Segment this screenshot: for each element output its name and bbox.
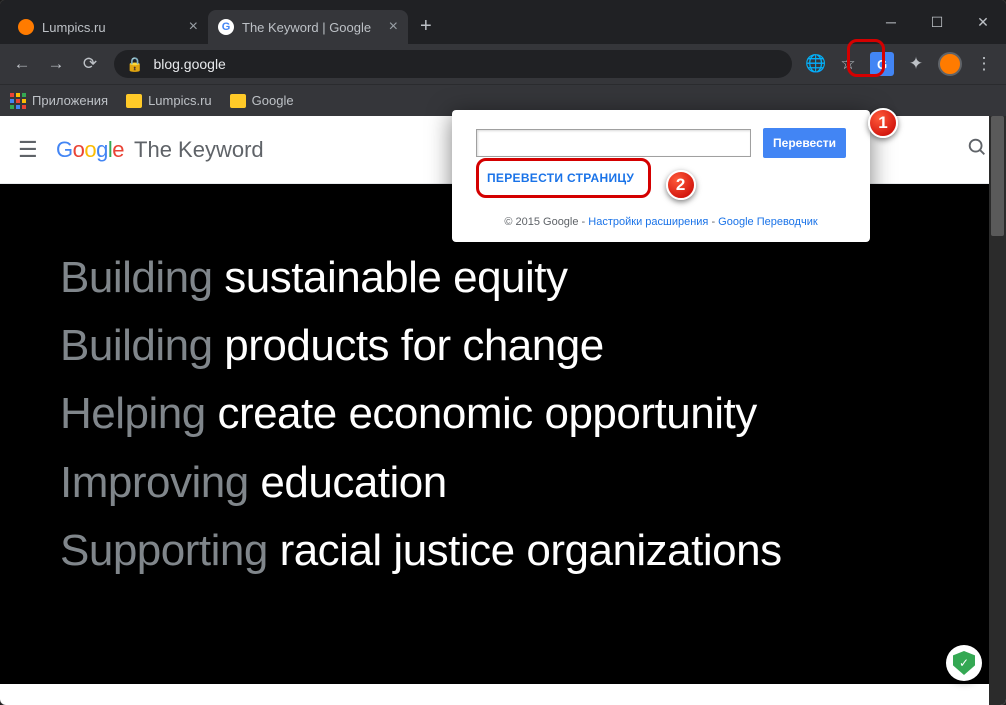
- extension-settings-link[interactable]: Настройки расширения: [588, 216, 708, 228]
- tab-title: Lumpics.ru: [42, 20, 181, 35]
- google-logo: Google: [56, 137, 124, 163]
- new-tab-button[interactable]: +: [408, 15, 444, 44]
- site-title: The Keyword: [134, 137, 264, 163]
- back-button[interactable]: ←: [12, 54, 32, 74]
- forward-button[interactable]: →: [46, 54, 66, 74]
- close-icon[interactable]: ×: [389, 19, 398, 35]
- bookmark-label: Приложения: [32, 93, 108, 108]
- tab-lumpics[interactable]: Lumpics.ru ×: [8, 10, 208, 44]
- shield-icon: ✓: [953, 651, 975, 675]
- hamburger-icon[interactable]: ☰: [18, 137, 46, 163]
- favicon-lumpics: [18, 19, 34, 35]
- scrollbar[interactable]: [989, 116, 1006, 705]
- browser-window: Lumpics.ru × G The Keyword | Google × + …: [0, 0, 1006, 705]
- apps-shortcut[interactable]: Приложения: [10, 93, 108, 109]
- hero-line: Building products for change: [60, 312, 946, 380]
- reload-button[interactable]: ⟳: [80, 54, 100, 74]
- folder-icon: [126, 94, 142, 108]
- address-bar[interactable]: 🔒 blog.google: [114, 50, 792, 78]
- close-icon[interactable]: ×: [189, 19, 198, 35]
- window-controls: ─ ☐ ✕: [868, 0, 1006, 44]
- annotation-badge-2: 2: [666, 170, 696, 200]
- shield-badge[interactable]: ✓: [946, 645, 982, 681]
- google-translate-extension-icon[interactable]: G: [870, 52, 894, 76]
- bookmark-label: Lumpics.ru: [148, 93, 212, 108]
- maximize-button[interactable]: ☐: [914, 0, 960, 44]
- folder-icon: [230, 94, 246, 108]
- profile-avatar[interactable]: [938, 52, 962, 76]
- tab-title: The Keyword | Google: [242, 20, 381, 35]
- menu-icon[interactable]: ⋮: [974, 54, 994, 74]
- translate-icon[interactable]: 🌐: [806, 54, 826, 74]
- hero-line: Supporting racial justice organizations: [60, 517, 946, 585]
- toolbar: ← → ⟳ 🔒 blog.google 🌐 ☆ G ✦ ⋮: [0, 44, 1006, 84]
- bookmark-label: Google: [252, 93, 294, 108]
- titlebar: Lumpics.ru × G The Keyword | Google × + …: [0, 0, 1006, 44]
- translate-input[interactable]: [476, 129, 751, 157]
- translate-page-link[interactable]: ПЕРЕВЕСТИ СТРАНИЦУ: [483, 165, 638, 191]
- hero-line: Building sustainable equity: [60, 244, 946, 312]
- search-icon[interactable]: [966, 136, 988, 164]
- bookmark-google[interactable]: Google: [230, 93, 294, 108]
- extensions-icon[interactable]: ✦: [906, 54, 926, 74]
- hero-section: Building sustainable equity Building pro…: [0, 184, 1006, 684]
- bookmark-lumpics[interactable]: Lumpics.ru: [126, 93, 212, 108]
- translate-extension-popup: Перевести ПЕРЕВЕСТИ СТРАНИЦУ 2 © 2015 Go…: [452, 110, 870, 242]
- close-button[interactable]: ✕: [960, 0, 1006, 44]
- translate-button[interactable]: Перевести: [763, 128, 846, 158]
- google-translate-link[interactable]: Google Переводчик: [718, 216, 818, 228]
- hero-line: Helping create economic opportunity: [60, 380, 946, 448]
- extension-footer: © 2015 Google - Настройки расширения - G…: [476, 216, 846, 228]
- apps-icon: [10, 93, 26, 109]
- copyright-text: © 2015 Google: [504, 216, 578, 228]
- lock-icon: 🔒: [126, 56, 143, 73]
- url-text: blog.google: [153, 56, 225, 72]
- annotation-highlight-translate-page: ПЕРЕВЕСТИ СТРАНИЦУ: [476, 158, 651, 198]
- star-icon[interactable]: ☆: [838, 54, 858, 74]
- tab-keyword[interactable]: G The Keyword | Google ×: [208, 10, 408, 44]
- minimize-button[interactable]: ─: [868, 0, 914, 44]
- hero-line: Improving education: [60, 449, 946, 517]
- scrollbar-thumb[interactable]: [991, 116, 1004, 236]
- favicon-google: G: [218, 19, 234, 35]
